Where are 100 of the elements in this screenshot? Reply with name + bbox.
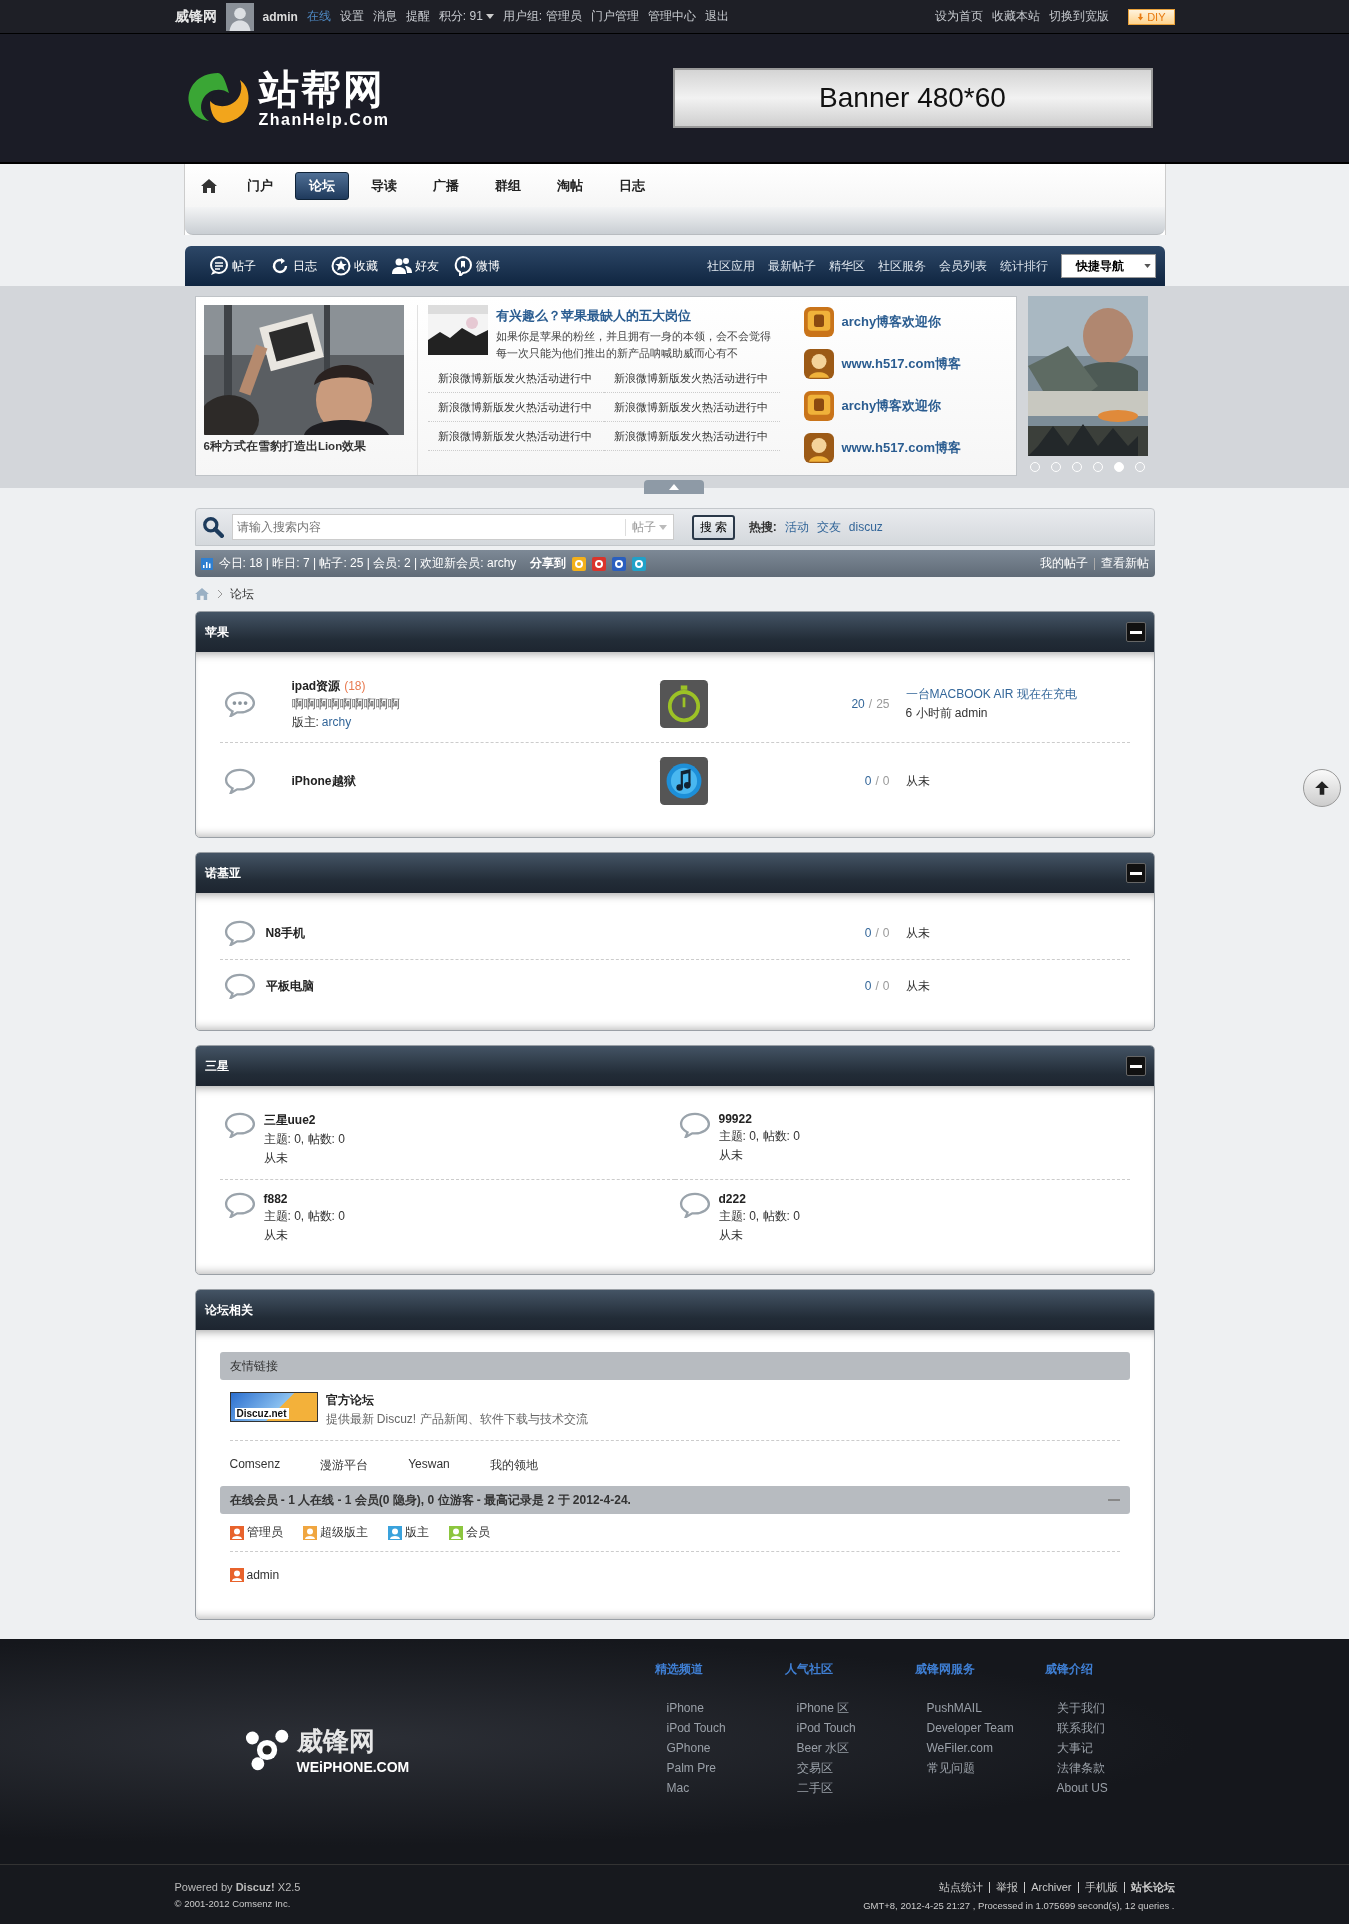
footer-link[interactable]: 关于我们 (1044, 1698, 1175, 1718)
blog-link[interactable]: www.h517.com博客 (841, 439, 961, 457)
news-link[interactable]: 新浪微博新版发火热活动进行中 (427, 393, 604, 422)
site-link[interactable]: 切换到宽版 (1049, 8, 1110, 25)
toolbar-button[interactable]: 微博 (452, 256, 500, 276)
site-link[interactable]: 收藏本站 (992, 8, 1041, 25)
collapse-button[interactable] (1125, 622, 1146, 642)
footer-link[interactable]: 常见问题 (914, 1758, 1045, 1778)
category-title[interactable]: 三星 (204, 1057, 229, 1075)
credits-menu[interactable]: 积分: 91 (438, 8, 494, 25)
footer-link[interactable]: Mac (654, 1778, 785, 1798)
footer-link[interactable]: 二手区 (784, 1778, 915, 1798)
back-to-top-button[interactable] (1303, 769, 1341, 807)
forum-name[interactable]: d222 (718, 1192, 800, 1206)
partner-logo[interactable]: Discuz.net (229, 1392, 318, 1422)
category-title[interactable]: 诺基亚 (204, 864, 241, 882)
toolbar-button[interactable]: 日志 (269, 256, 317, 276)
user-menu-link[interactable]: 设置 (339, 8, 364, 25)
toolbar-link[interactable]: 社区服务 (877, 257, 926, 275)
category-title[interactable]: 苹果 (204, 623, 229, 641)
app-icon[interactable] (803, 307, 834, 337)
collapse-button[interactable] (1125, 1056, 1146, 1076)
toolbar-button[interactable]: 帖子 (208, 256, 256, 276)
blog-link[interactable]: archy博客欢迎你 (841, 397, 942, 415)
last-post-link[interactable]: 一台MACBOOK AIR 现在在充电 (905, 686, 1126, 703)
nav-tab[interactable]: 门户 (232, 171, 287, 200)
home-icon[interactable] (200, 177, 217, 194)
toolbar-link[interactable]: 会员列表 (938, 257, 987, 275)
online-user-link[interactable]: admin (246, 1568, 280, 1582)
nav-tab[interactable]: 日志 (604, 171, 659, 200)
user-menu-link[interactable]: 提醒 (405, 8, 430, 25)
footer-link[interactable]: 交易区 (784, 1758, 915, 1778)
forum-name[interactable]: 99922 (718, 1112, 800, 1126)
toolbar-link[interactable]: 精华区 (828, 257, 865, 275)
footer-link[interactable]: 大事记 (1044, 1738, 1175, 1758)
collapse-button[interactable] (1125, 863, 1146, 883)
cartoon-avatar-icon[interactable] (803, 433, 834, 463)
admin-link[interactable]: 门户管理 (590, 8, 639, 25)
footer-link[interactable]: 站点统计 (939, 1879, 984, 1895)
admin-link[interactable]: 管理中心 (647, 8, 696, 25)
news-link[interactable]: 新浪微博新版发火热活动进行中 (603, 364, 780, 393)
hot-search-link[interactable]: discuz (848, 520, 883, 534)
forum-name[interactable]: 平板电脑 (265, 978, 314, 993)
news-link[interactable]: 新浪微博新版发火热活动进行中 (427, 422, 604, 451)
breadcrumb-link[interactable]: 论坛 (229, 585, 254, 603)
forum-name[interactable]: f882 (263, 1192, 345, 1206)
toolbar-link[interactable]: 社区应用 (706, 257, 755, 275)
collapse-handle[interactable] (644, 480, 704, 494)
friend-link[interactable]: 漫游平台 (320, 1457, 369, 1474)
footer-link[interactable]: 联系我们 (1044, 1718, 1175, 1738)
footer-link[interactable]: iPod Touch (784, 1718, 915, 1738)
footer-link[interactable]: Beer 水区 (784, 1738, 915, 1758)
footer-link[interactable]: Developer Team (914, 1718, 1045, 1738)
partner-link[interactable]: 官方论坛 (325, 1392, 588, 1409)
admin-link[interactable]: 退出 (704, 8, 729, 25)
share-site-icon[interactable] (632, 556, 647, 571)
news-link[interactable]: 新浪微博新版发火热活动进行中 (427, 364, 604, 393)
user-menu-link[interactable]: 消息 (372, 8, 397, 25)
site-name[interactable]: 威锋网 (174, 7, 217, 26)
username-link[interactable]: admin (262, 9, 298, 24)
news-link[interactable]: 新浪微博新版发火热活动进行中 (603, 393, 780, 422)
nav-tab[interactable]: 群组 (480, 171, 535, 200)
share-site-icon[interactable] (612, 556, 627, 571)
footer-link[interactable]: 手机版 (1084, 1879, 1118, 1895)
friend-link[interactable]: Comsenz (229, 1457, 281, 1474)
footer-link[interactable]: iPhone (654, 1698, 785, 1718)
toolbar-link[interactable]: 统计排行 (999, 257, 1048, 275)
share-site-icon[interactable] (572, 556, 587, 571)
banner-ad[interactable]: Banner 480*60 (672, 68, 1153, 128)
footer-link[interactable]: GPhone (654, 1738, 785, 1758)
news-link[interactable]: 新浪微博新版发火热活动进行中 (603, 422, 780, 451)
blog-link[interactable]: www.h517.com博客 (841, 355, 961, 373)
blog-link[interactable]: archy博客欢迎你 (841, 313, 942, 331)
footer-link[interactable]: 法律条款 (1044, 1758, 1175, 1778)
pager-dot[interactable] (1114, 462, 1124, 472)
friend-link[interactable]: 我的领地 (489, 1457, 538, 1474)
footer-link[interactable]: Archiver (1031, 1881, 1072, 1893)
footer-link[interactable]: iPod Touch (654, 1718, 785, 1738)
avatar-icon[interactable] (225, 2, 254, 31)
footer-link[interactable]: Palm Pre (654, 1758, 785, 1778)
online-status-link[interactable]: 在线 (306, 8, 331, 25)
footer-link[interactable]: iPhone 区 (784, 1698, 915, 1718)
search-button[interactable]: 搜 索 (691, 514, 735, 540)
nav-tab[interactable]: 淘帖 (542, 171, 597, 200)
toolbar-link[interactable]: 最新帖子 (767, 257, 816, 275)
forum-name[interactable]: 三星uue2 (263, 1112, 345, 1129)
toolbar-button[interactable]: 好友 (391, 256, 439, 276)
forum-name[interactable]: N8手机 (265, 925, 305, 940)
footer-link[interactable]: 站长论坛 (1130, 1879, 1175, 1895)
nav-tab[interactable]: 广播 (418, 171, 473, 200)
site-link[interactable]: 设为首页 (935, 8, 984, 25)
footer-link[interactable]: PushMAIL (914, 1698, 1045, 1718)
footer-link[interactable]: About US (1044, 1778, 1175, 1798)
footer-link[interactable]: WeFiler.com (914, 1738, 1045, 1758)
stats-link[interactable]: 查看新帖 (1100, 555, 1149, 572)
stats-link[interactable]: 我的帖子 (1039, 555, 1088, 572)
share-site-icon[interactable] (592, 556, 607, 571)
forum-name[interactable]: ipad资源 (291, 678, 341, 693)
friend-link[interactable]: Yeswan (408, 1457, 450, 1474)
app-icon[interactable] (803, 391, 834, 421)
